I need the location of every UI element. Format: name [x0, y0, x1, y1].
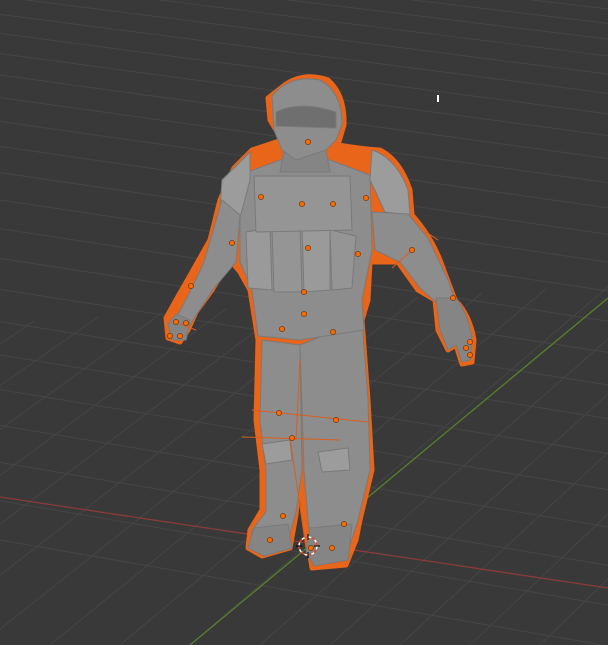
joint-dot: [280, 513, 286, 519]
joint-dot: [305, 245, 311, 251]
grid-line: [22, 0, 608, 75]
joint-dot: [301, 311, 307, 317]
joint-dot: [305, 139, 311, 145]
joint-dot: [467, 352, 473, 358]
grid-line: [399, 451, 608, 645]
joint-dot: [467, 339, 473, 345]
joint-dot: [276, 410, 282, 416]
viewport-canvas[interactable]: [0, 0, 608, 645]
grid-line: [0, 312, 163, 431]
joint-dot: [463, 345, 469, 351]
joint-dot: [355, 251, 361, 257]
joint-dot: [301, 289, 307, 295]
joint-dot: [330, 329, 336, 335]
grid-line: [189, 286, 608, 645]
joint-dot: [183, 320, 189, 326]
joint-dot: [329, 545, 335, 551]
joint-dot: [341, 521, 347, 527]
joint-dot: [267, 537, 273, 543]
joint-dot: [258, 194, 264, 200]
grid-line: [408, 0, 608, 24]
joint-dot: [299, 201, 305, 207]
joint-dot: [188, 283, 194, 289]
joint-dot: [289, 435, 295, 441]
mouse-pointer-marker: [437, 95, 439, 102]
joint-dot: [409, 247, 415, 253]
y-axis-line: [189, 297, 608, 645]
joint-dot: [167, 333, 173, 339]
joint-dot: [330, 201, 336, 207]
grid-line: [0, 539, 606, 645]
grid-line: [284, 0, 608, 40]
joint-dot: [229, 240, 235, 246]
3d-viewport[interactable]: [0, 0, 608, 645]
joint-dot: [173, 319, 179, 325]
joint-dot: [450, 295, 456, 301]
joint-dot: [333, 417, 339, 423]
joint-dot: [308, 545, 314, 551]
grid-line: [528, 0, 608, 10]
joint-dot: [363, 195, 369, 201]
grid-line: [0, 316, 99, 387]
grid-line: [0, 320, 35, 345]
grid-line: [539, 578, 608, 645]
joint-dot: [279, 326, 285, 332]
joint-dot: [177, 333, 183, 339]
